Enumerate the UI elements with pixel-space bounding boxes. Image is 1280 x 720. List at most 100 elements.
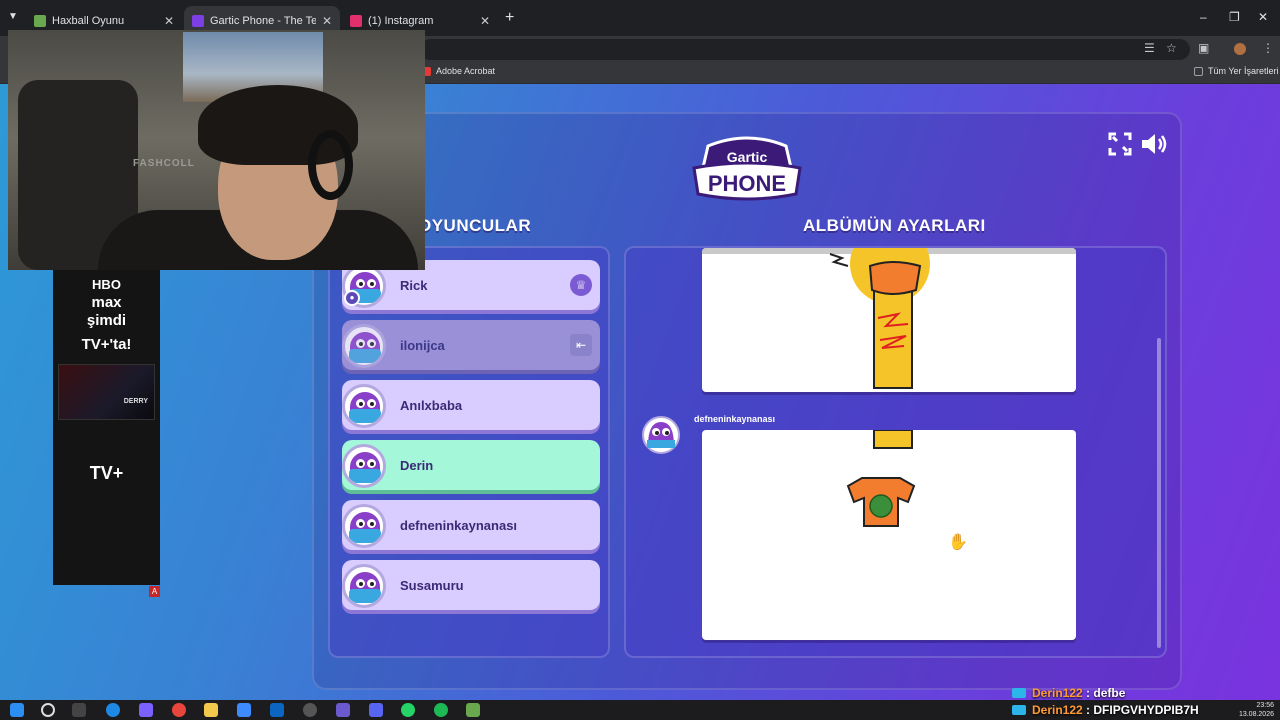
microsoft-365-icon[interactable]	[336, 703, 350, 717]
volume-icon[interactable]	[1140, 132, 1170, 156]
instagram-favicon-icon	[350, 15, 362, 27]
folder-icon	[1194, 66, 1203, 76]
album-panel: defneninkaynanası	[624, 246, 1167, 658]
minimize-icon[interactable]: –	[1200, 10, 1207, 24]
advertisement-banner[interactable]: HBO max şimdi TV+'ta! DERRY TV+	[53, 270, 160, 585]
star-icon[interactable]: ☆	[1166, 41, 1177, 55]
haxball-favicon-icon	[34, 15, 46, 27]
ad-brand-line: max	[91, 294, 122, 311]
address-bar[interactable]	[420, 39, 1190, 60]
search-icon[interactable]	[41, 703, 55, 717]
start-icon[interactable]	[10, 703, 24, 717]
gartic-favicon-icon	[192, 15, 204, 27]
task-view-icon[interactable]	[72, 703, 86, 717]
ad-text-line: TV+'ta!	[81, 336, 132, 353]
close-window-icon[interactable]: ✕	[1258, 10, 1268, 24]
chat-message: Derin122 : DFIPGVHYDPIB7H	[1012, 703, 1199, 717]
crown-icon: ♕	[570, 274, 592, 296]
store-icon[interactable]	[237, 703, 251, 717]
player-card-ilonijca[interactable]: ilonijca ⇤	[342, 320, 600, 370]
album-section-title: ALBÜMÜN AYARLARI	[803, 216, 986, 235]
author-avatar	[642, 416, 680, 454]
hand-cursor-icon: ✋	[948, 534, 968, 551]
players-section-title: OYUNCULAR	[418, 216, 532, 235]
chat-text: defbe	[1093, 686, 1126, 700]
exit-icon: ⇤	[570, 334, 592, 356]
chat-username: Derin122	[1032, 703, 1083, 717]
ad-thumb-caption: DERRY	[123, 398, 148, 405]
bookmark-all-bookmarks[interactable]: Tüm Yer İşaretleri	[1194, 66, 1279, 76]
player-avatar	[342, 564, 386, 608]
player-avatar	[342, 324, 386, 368]
tv-plus-logo: TV+	[89, 463, 124, 483]
translate-icon[interactable]: ☰	[1144, 41, 1155, 55]
player-avatar	[342, 444, 386, 488]
bookmark-label: Tüm Yer İşaretleri	[1208, 66, 1279, 76]
profile-avatar[interactable]	[1234, 43, 1246, 55]
ad-thumbnail: DERRY	[58, 364, 155, 420]
webcam-overlay: FASHCOLL	[8, 30, 425, 270]
player-avatar	[342, 384, 386, 428]
player-card-anilxbaba[interactable]: Anılxbaba	[342, 380, 600, 430]
close-tab-icon[interactable]: ✕	[164, 14, 174, 28]
spotify-icon[interactable]	[434, 703, 448, 717]
game-app-icon[interactable]	[466, 703, 480, 717]
close-tab-icon[interactable]: ✕	[322, 14, 332, 28]
headset	[308, 130, 353, 200]
bookmark-adobe-acrobat[interactable]: Adobe Acrobat	[422, 66, 495, 76]
file-explorer-icon[interactable]	[204, 703, 218, 717]
album-entry-author: defneninkaynanası	[694, 414, 776, 424]
ad-choices-icon[interactable]: A	[149, 586, 160, 597]
players-panel: ● Rick ♕ ilonijca ⇤ Anılxbaba Derin defn…	[328, 246, 610, 658]
close-tab-icon[interactable]: ✕	[480, 14, 490, 28]
discord-icon[interactable]	[369, 703, 383, 717]
player-name: Rick	[400, 277, 428, 293]
whatsapp-icon[interactable]	[401, 703, 415, 717]
chrome-icon[interactable]	[172, 703, 186, 717]
logo-top-text: Gartic	[727, 149, 768, 165]
player-name: Susamuru	[400, 577, 464, 593]
tab-search-icon[interactable]: ▼	[8, 11, 18, 22]
mail-icon[interactable]	[270, 703, 284, 717]
chat-platform-icon	[1012, 705, 1026, 715]
player-avatar	[342, 504, 386, 548]
edge-icon[interactable]	[106, 703, 120, 717]
chat-username: Derin122	[1032, 686, 1083, 700]
restore-icon[interactable]: ❐	[1229, 10, 1240, 24]
chat-message: Derin122 : defbe	[1012, 686, 1125, 700]
fullscreen-icon[interactable]	[1108, 132, 1132, 156]
chat-platform-icon	[1012, 688, 1026, 698]
chair-label: FASHCOLL	[133, 158, 195, 169]
logo-bottom-text: PHONE	[708, 171, 786, 196]
gartic-phone-logo: Gartic PHONE	[692, 136, 802, 201]
player-card-defneninkaynanasi[interactable]: defneninkaynanası	[342, 500, 600, 550]
tab-title: Gartic Phone - The Telephone G	[210, 15, 316, 27]
steam-icon[interactable]	[303, 703, 317, 717]
player-name: defneninkaynanası	[400, 517, 518, 533]
bookmark-label: Adobe Acrobat	[436, 66, 496, 76]
clock-time: 23:56	[1256, 702, 1274, 709]
player-card-derin[interactable]: Derin	[342, 440, 600, 490]
player-name: Derin	[400, 457, 434, 473]
tab-title: (1) Instagram	[368, 15, 434, 27]
chat-text: DFIPGVHYDPIB7H	[1093, 703, 1199, 717]
extensions-icon[interactable]: ▣	[1198, 41, 1209, 55]
tab-title: Haxball Oyunu	[52, 15, 125, 27]
album-scrollbar[interactable]	[1157, 338, 1161, 648]
drawing-duck	[702, 248, 1076, 389]
player-name: Anılxbaba	[400, 397, 463, 413]
copilot-icon[interactable]	[139, 703, 153, 717]
album-drawing-card	[702, 248, 1076, 392]
clock-date: 13.08.2026	[1238, 711, 1274, 718]
album-drawing-card	[702, 430, 1076, 640]
ad-brand-line: HBO	[92, 277, 121, 292]
player-card-susamuru[interactable]: Susamuru	[342, 560, 600, 610]
ad-text-line: şimdi	[86, 312, 127, 329]
system-clock[interactable]: 23:56 13.08.2026	[1239, 701, 1274, 719]
player-name: ilonijca	[400, 337, 445, 353]
menu-kebab-icon[interactable]: ⋮	[1262, 41, 1274, 55]
top-controls	[1108, 132, 1170, 156]
plus-icon[interactable]: +	[505, 9, 514, 27]
drawing-shirt	[846, 430, 916, 527]
host-user-icon: ●	[344, 290, 360, 306]
